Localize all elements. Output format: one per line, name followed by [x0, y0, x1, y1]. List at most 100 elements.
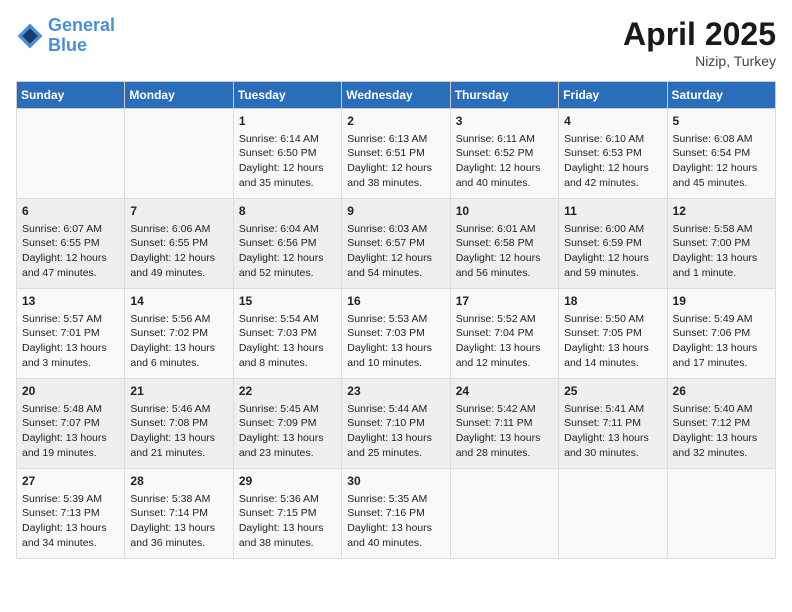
col-monday: Monday: [125, 82, 233, 109]
day-info-line: Sunset: 6:54 PM: [673, 146, 770, 161]
day-info-line: Sunrise: 6:14 AM: [239, 132, 336, 147]
table-row: 6Sunrise: 6:07 AMSunset: 6:55 PMDaylight…: [17, 199, 125, 289]
day-number: 9: [347, 203, 444, 220]
day-info-line: Sunset: 7:02 PM: [130, 326, 227, 341]
table-row: 13Sunrise: 5:57 AMSunset: 7:01 PMDayligh…: [17, 289, 125, 379]
day-number: 6: [22, 203, 119, 220]
day-info-line: Daylight: 13 hours and 19 minutes.: [22, 431, 119, 460]
table-row: 4Sunrise: 6:10 AMSunset: 6:53 PMDaylight…: [559, 109, 667, 199]
day-info-line: Daylight: 13 hours and 25 minutes.: [347, 431, 444, 460]
day-number: 12: [673, 203, 770, 220]
day-number: 16: [347, 293, 444, 310]
day-info-line: Sunset: 6:59 PM: [564, 236, 661, 251]
day-info-line: Sunset: 6:58 PM: [456, 236, 553, 251]
col-sunday: Sunday: [17, 82, 125, 109]
table-row: 21Sunrise: 5:46 AMSunset: 7:08 PMDayligh…: [125, 379, 233, 469]
day-info-line: Sunrise: 6:07 AM: [22, 222, 119, 237]
day-info-line: Daylight: 13 hours and 34 minutes.: [22, 521, 119, 550]
logo: General Blue: [16, 16, 115, 56]
logo-icon: [16, 22, 44, 50]
day-number: 11: [564, 203, 661, 220]
day-number: 4: [564, 113, 661, 130]
day-number: 17: [456, 293, 553, 310]
day-info-line: Daylight: 13 hours and 32 minutes.: [673, 431, 770, 460]
day-info-line: Sunset: 7:05 PM: [564, 326, 661, 341]
day-number: 21: [130, 383, 227, 400]
day-info-line: Daylight: 12 hours and 54 minutes.: [347, 251, 444, 280]
day-info-line: Daylight: 12 hours and 47 minutes.: [22, 251, 119, 280]
day-number: 26: [673, 383, 770, 400]
day-info-line: Sunset: 7:15 PM: [239, 506, 336, 521]
day-info-line: Sunrise: 5:52 AM: [456, 312, 553, 327]
day-number: 10: [456, 203, 553, 220]
day-info-line: Sunrise: 5:54 AM: [239, 312, 336, 327]
day-info-line: Sunset: 7:06 PM: [673, 326, 770, 341]
table-row: 5Sunrise: 6:08 AMSunset: 6:54 PMDaylight…: [667, 109, 775, 199]
table-row: 17Sunrise: 5:52 AMSunset: 7:04 PMDayligh…: [450, 289, 558, 379]
day-info-line: Sunset: 7:03 PM: [239, 326, 336, 341]
day-info-line: Sunset: 7:11 PM: [564, 416, 661, 431]
day-info-line: Sunset: 6:57 PM: [347, 236, 444, 251]
table-row: 26Sunrise: 5:40 AMSunset: 7:12 PMDayligh…: [667, 379, 775, 469]
col-saturday: Saturday: [667, 82, 775, 109]
col-friday: Friday: [559, 82, 667, 109]
day-info-line: Sunset: 6:56 PM: [239, 236, 336, 251]
day-number: 18: [564, 293, 661, 310]
table-row: 30Sunrise: 5:35 AMSunset: 7:16 PMDayligh…: [342, 469, 450, 559]
day-info-line: Sunrise: 5:41 AM: [564, 402, 661, 417]
day-info-line: Sunrise: 5:44 AM: [347, 402, 444, 417]
day-info-line: Daylight: 13 hours and 36 minutes.: [130, 521, 227, 550]
table-row: 27Sunrise: 5:39 AMSunset: 7:13 PMDayligh…: [17, 469, 125, 559]
day-info-line: Sunset: 7:12 PM: [673, 416, 770, 431]
day-number: 7: [130, 203, 227, 220]
col-tuesday: Tuesday: [233, 82, 341, 109]
day-info-line: Sunrise: 5:56 AM: [130, 312, 227, 327]
day-info-line: Sunrise: 5:49 AM: [673, 312, 770, 327]
day-info-line: Sunset: 6:52 PM: [456, 146, 553, 161]
page-header: General Blue April 2025 Nizip, Turkey: [16, 16, 776, 69]
table-row: 8Sunrise: 6:04 AMSunset: 6:56 PMDaylight…: [233, 199, 341, 289]
day-info-line: Sunset: 7:04 PM: [456, 326, 553, 341]
day-info-line: Sunrise: 5:39 AM: [22, 492, 119, 507]
day-info-line: Daylight: 13 hours and 6 minutes.: [130, 341, 227, 370]
table-row: 9Sunrise: 6:03 AMSunset: 6:57 PMDaylight…: [342, 199, 450, 289]
day-info-line: Sunrise: 6:01 AM: [456, 222, 553, 237]
col-thursday: Thursday: [450, 82, 558, 109]
calendar-week-row: 27Sunrise: 5:39 AMSunset: 7:13 PMDayligh…: [17, 469, 776, 559]
day-info-line: Daylight: 12 hours and 38 minutes.: [347, 161, 444, 190]
table-row: 1Sunrise: 6:14 AMSunset: 6:50 PMDaylight…: [233, 109, 341, 199]
day-info-line: Sunset: 7:03 PM: [347, 326, 444, 341]
day-info-line: Daylight: 12 hours and 52 minutes.: [239, 251, 336, 280]
day-info-line: Daylight: 13 hours and 40 minutes.: [347, 521, 444, 550]
table-row: [559, 469, 667, 559]
day-info-line: Daylight: 12 hours and 42 minutes.: [564, 161, 661, 190]
day-info-line: Sunset: 6:55 PM: [130, 236, 227, 251]
day-info-line: Sunrise: 6:10 AM: [564, 132, 661, 147]
day-info-line: Sunrise: 5:35 AM: [347, 492, 444, 507]
day-info-line: Daylight: 12 hours and 56 minutes.: [456, 251, 553, 280]
table-row: [667, 469, 775, 559]
day-number: 27: [22, 473, 119, 490]
title-block: April 2025 Nizip, Turkey: [623, 16, 776, 69]
table-row: 15Sunrise: 5:54 AMSunset: 7:03 PMDayligh…: [233, 289, 341, 379]
day-info-line: Daylight: 12 hours and 35 minutes.: [239, 161, 336, 190]
day-number: 15: [239, 293, 336, 310]
day-info-line: Sunset: 6:51 PM: [347, 146, 444, 161]
day-info-line: Sunrise: 5:53 AM: [347, 312, 444, 327]
day-info-line: Sunset: 7:14 PM: [130, 506, 227, 521]
table-row: 20Sunrise: 5:48 AMSunset: 7:07 PMDayligh…: [17, 379, 125, 469]
day-info-line: Sunset: 7:00 PM: [673, 236, 770, 251]
day-info-line: Sunrise: 5:38 AM: [130, 492, 227, 507]
day-info-line: Sunset: 7:10 PM: [347, 416, 444, 431]
day-info-line: Daylight: 13 hours and 3 minutes.: [22, 341, 119, 370]
day-info-line: Daylight: 13 hours and 28 minutes.: [456, 431, 553, 460]
table-row: [17, 109, 125, 199]
day-info-line: Sunset: 7:08 PM: [130, 416, 227, 431]
day-info-line: Daylight: 13 hours and 38 minutes.: [239, 521, 336, 550]
day-info-line: Sunset: 7:07 PM: [22, 416, 119, 431]
logo-text: General Blue: [48, 16, 115, 56]
day-info-line: Sunrise: 5:50 AM: [564, 312, 661, 327]
day-info-line: Daylight: 13 hours and 10 minutes.: [347, 341, 444, 370]
table-row: 22Sunrise: 5:45 AMSunset: 7:09 PMDayligh…: [233, 379, 341, 469]
day-number: 13: [22, 293, 119, 310]
